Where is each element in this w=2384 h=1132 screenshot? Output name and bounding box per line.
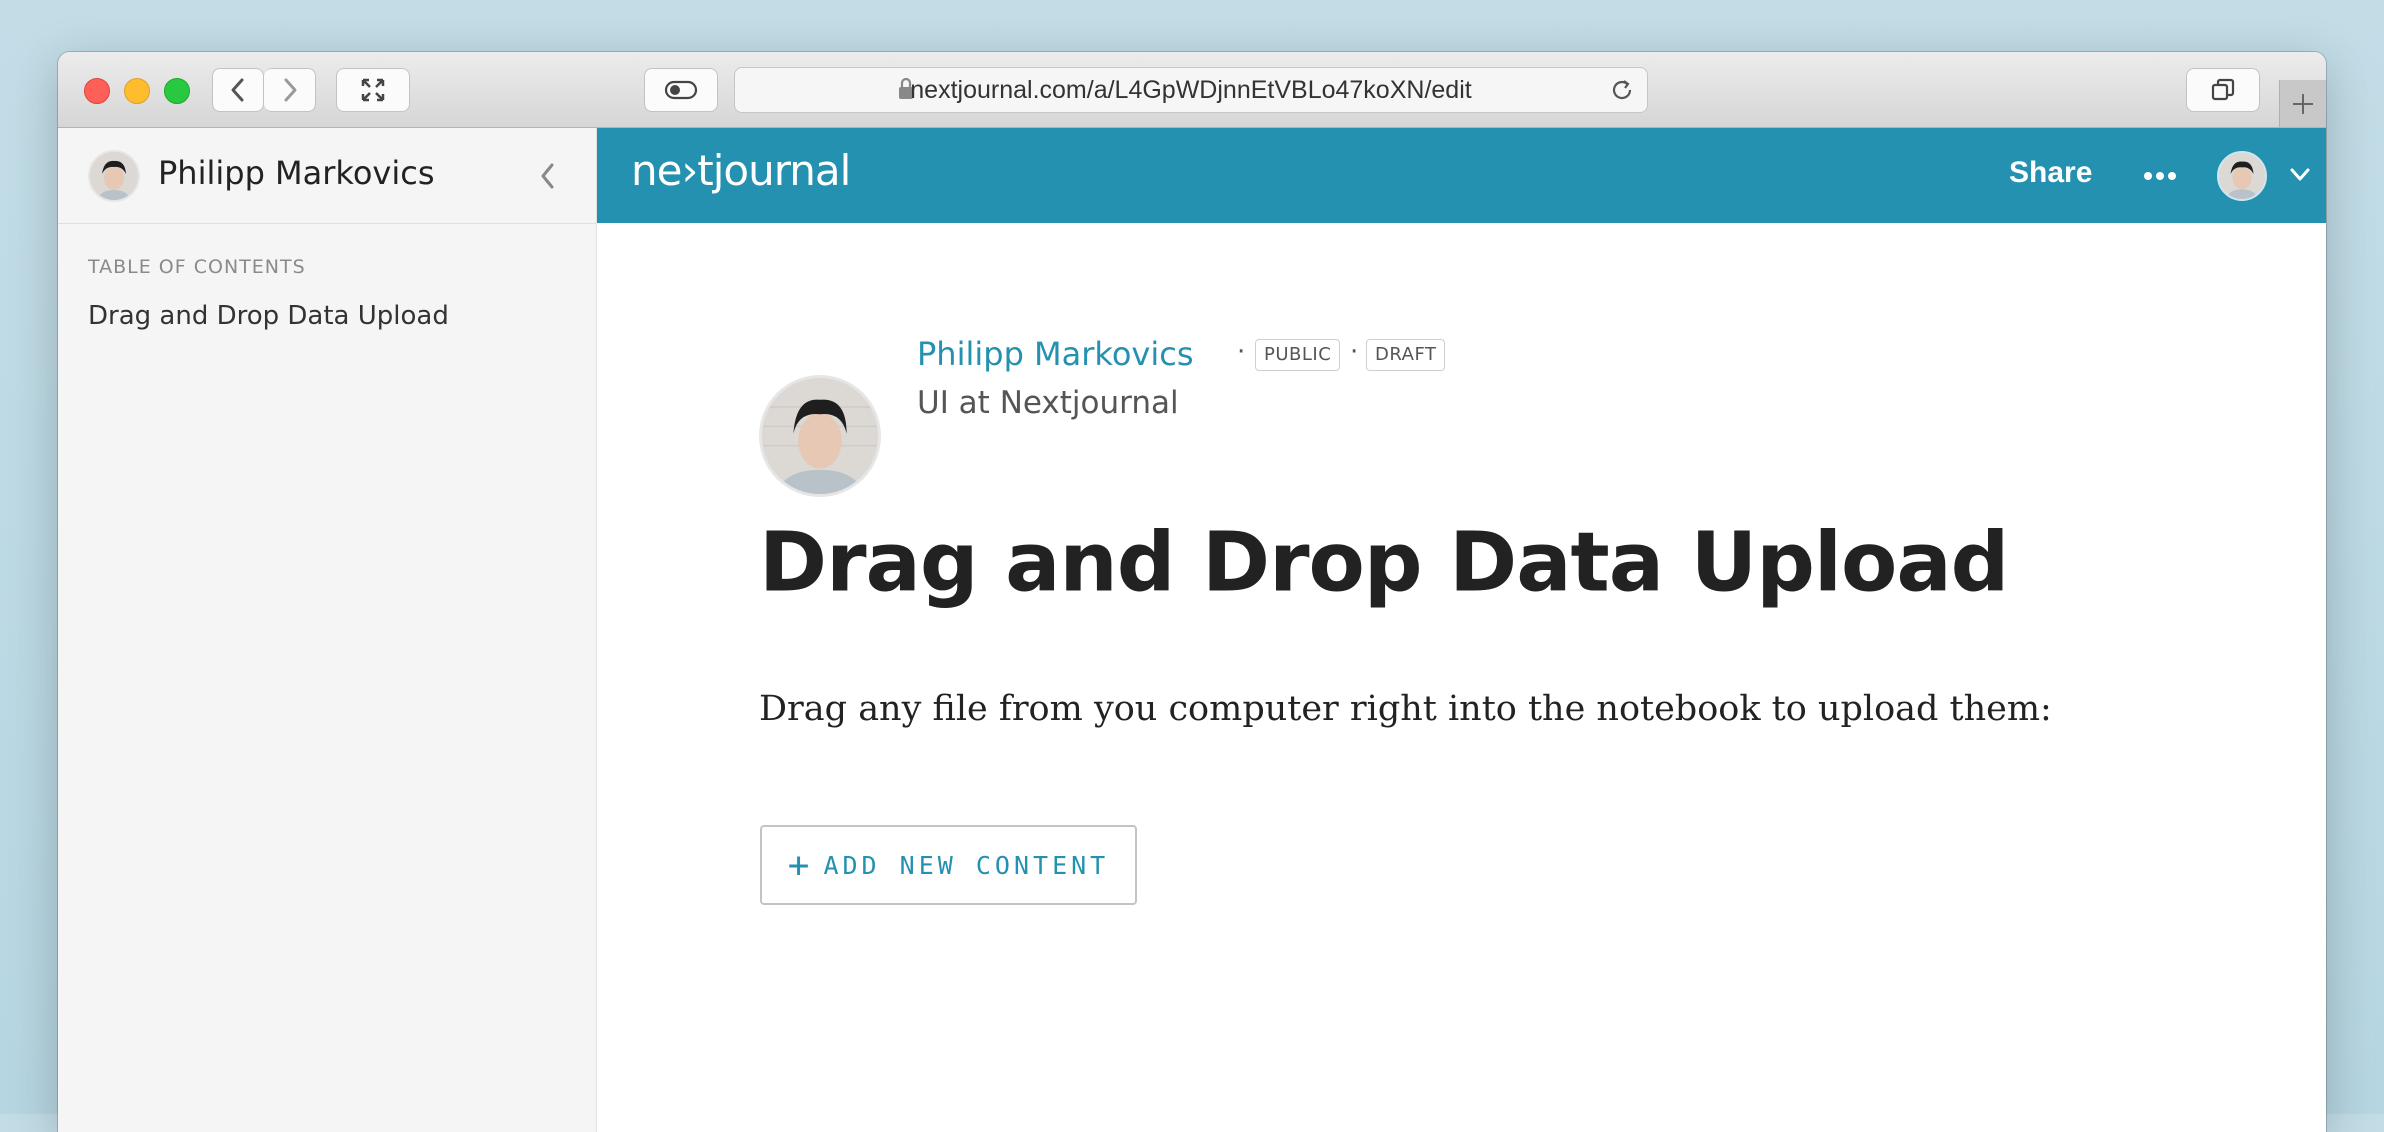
separator-dot: · (1350, 337, 1359, 367)
draft-badge: DRAFT (1366, 339, 1446, 371)
add-new-content-button[interactable]: + ADD NEW CONTENT (760, 825, 1137, 905)
toc-item[interactable]: Drag and Drop Data Upload (88, 301, 449, 331)
plus-icon (2293, 93, 2313, 114)
browser-window: nextjournal.com/a/L4GpWDjnnEtVBLo47koXN/… (58, 52, 2326, 1132)
author-avatar[interactable] (759, 375, 881, 497)
zoom-window-button[interactable] (164, 78, 190, 104)
chevron-left-icon (231, 78, 244, 102)
browser-toolbar: nextjournal.com/a/L4GpWDjnnEtVBLo47koXN/… (58, 52, 2326, 128)
sidebar-header: Philipp Markovics (58, 128, 596, 224)
url-text: nextjournal.com/a/L4GpWDjnnEtVBLo47koXN/… (910, 76, 1472, 104)
fullscreen-button[interactable] (336, 68, 410, 112)
chevron-down-icon[interactable] (2289, 167, 2311, 183)
app-header: ne›tjournal Share (597, 128, 2326, 223)
collapse-sidebar-icon[interactable] (536, 160, 560, 192)
reader-toggle-button[interactable] (644, 68, 718, 112)
tabs-overview-button[interactable] (2186, 68, 2260, 112)
address-bar[interactable]: nextjournal.com/a/L4GpWDjnnEtVBLo47koXN/… (734, 67, 1648, 113)
notebook-content: Philipp Markovics · PUBLIC · DRAFT UI at… (597, 223, 2326, 1132)
public-badge: PUBLIC (1255, 339, 1341, 371)
new-tab-button[interactable] (2279, 80, 2326, 127)
avatar[interactable] (88, 150, 140, 202)
chevron-right-icon (284, 78, 296, 102)
author-name-link[interactable]: Philipp Markovics (917, 335, 1193, 373)
minimize-window-button[interactable] (124, 78, 150, 104)
article-paragraph[interactable]: Drag any file from you computer right in… (759, 689, 2052, 729)
toggle-icon (664, 80, 698, 100)
article-title[interactable]: Drag and Drop Data Upload (759, 516, 2009, 611)
user-portrait-icon (2219, 153, 2265, 199)
separator-dot: · (1237, 337, 1246, 367)
author-affiliation: UI at Nextjournal (917, 385, 1179, 421)
expand-arrows-icon (361, 78, 385, 102)
sidebar-user-name: Philipp Markovics (158, 154, 435, 192)
reload-icon[interactable] (1609, 77, 1635, 103)
account-avatar[interactable] (2217, 151, 2267, 201)
more-options-icon[interactable] (2142, 158, 2178, 194)
add-new-content-label: ADD NEW CONTENT (823, 850, 1110, 880)
nextjournal-logo[interactable]: ne›tjournal (631, 146, 851, 195)
share-button[interactable]: Share (2009, 156, 2092, 190)
forward-button[interactable] (264, 68, 316, 112)
close-window-button[interactable] (84, 78, 110, 104)
user-portrait-icon (762, 378, 878, 494)
tabs-icon (2211, 78, 2235, 101)
user-portrait-icon (90, 152, 138, 200)
plus-icon: + (787, 844, 810, 886)
back-button[interactable] (212, 68, 264, 112)
toc-heading: TABLE OF CONTENTS (88, 256, 306, 278)
sidebar: Philipp Markovics TABLE OF CONTENTS Drag… (58, 128, 597, 1132)
